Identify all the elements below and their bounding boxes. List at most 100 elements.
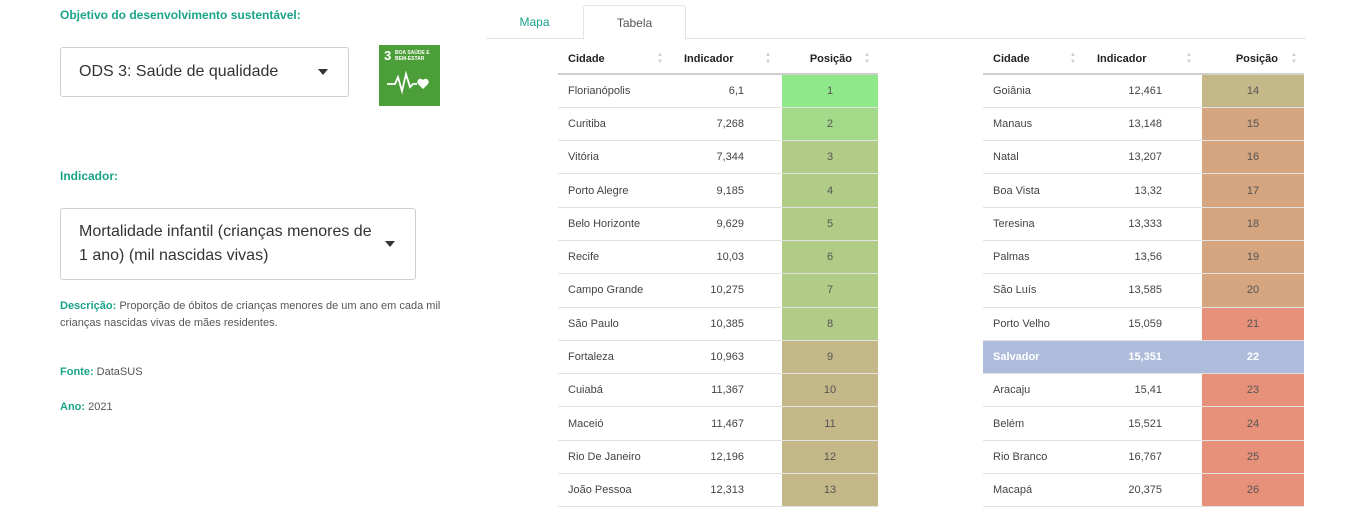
table-row[interactable]: Rio Branco 16,767 25 [983, 440, 1304, 475]
cell-position: 3 [782, 140, 878, 175]
ranking-table-right: Cidade ▲ ▼ Indicador ▲ ▼ Posição ▲ ▼ Goiânia 12… [983, 45, 1304, 508]
cell-indicator: 15,521 [1087, 406, 1202, 441]
table-row[interactable]: Goiânia 12,461 14 [983, 74, 1304, 108]
cell-indicator: 11,367 [674, 373, 782, 408]
cell-city: Belém [983, 406, 1087, 441]
cell-city: Vitória [558, 140, 674, 175]
cell-city: São Luís [983, 273, 1087, 308]
cell-position: 10 [782, 373, 878, 408]
table-row[interactable]: Rio De Janeiro 12,196 12 [558, 440, 878, 475]
cell-indicator: 16,767 [1087, 440, 1202, 475]
tab-map[interactable]: Mapa [486, 5, 583, 39]
column-header-indicator[interactable]: Indicador ▲ ▼ [1087, 45, 1202, 75]
cell-position: 26 [1202, 473, 1304, 508]
cell-indicator: 10,385 [674, 307, 782, 341]
source-label: Fonte: [60, 366, 94, 378]
column-header-indicator[interactable]: Indicador ▲ ▼ [674, 45, 782, 75]
cell-indicator: 15,41 [1087, 373, 1202, 408]
cell-position: 4 [782, 173, 878, 208]
table-row[interactable]: Cuiabá 11,367 10 [558, 373, 878, 408]
cell-indicator: 7,344 [674, 140, 782, 175]
cell-position: 9 [782, 340, 878, 375]
table-row[interactable]: Palmas 13,56 19 [983, 240, 1304, 275]
table-row[interactable]: Maceió 11,467 11 [558, 406, 878, 441]
table-row[interactable]: Belo Horizonte 9,629 5 [558, 207, 878, 241]
description-label: Descrição: [60, 300, 117, 312]
year-info: Ano: 2021 [60, 401, 113, 413]
cell-position: 23 [1202, 373, 1304, 408]
table-row[interactable]: Campo Grande 10,275 7 [558, 273, 878, 308]
cell-city: Macapá [983, 473, 1087, 508]
ods-select[interactable]: ODS 3: Saúde de qualidade [60, 47, 349, 97]
cell-indicator: 13,32 [1087, 173, 1202, 208]
cell-indicator: 12,313 [674, 473, 782, 508]
heartbeat-icon [387, 71, 429, 95]
cell-indicator: 9,185 [674, 173, 782, 208]
table-row[interactable]: Teresina 13,333 18 [983, 207, 1304, 241]
chevron-down-icon [318, 69, 328, 75]
cell-indicator: 7,268 [674, 107, 782, 142]
cell-position: 14 [1202, 74, 1304, 108]
cell-position: 16 [1202, 140, 1304, 175]
table-row[interactable]: Salvador 15,351 22 [983, 340, 1304, 375]
table-row[interactable]: Florianópolis 6,1 1 [558, 74, 878, 108]
cell-city: Recife [558, 240, 674, 275]
table-row[interactable]: Porto Alegre 9,185 4 [558, 173, 878, 208]
table-row[interactable]: Belém 15,521 24 [983, 406, 1304, 441]
sort-icon: ▲ ▼ [864, 52, 870, 65]
table-row[interactable]: São Luís 13,585 20 [983, 273, 1304, 308]
cell-indicator: 20,375 [1087, 473, 1202, 508]
ranking-table-left: Cidade ▲ ▼ Indicador ▲ ▼ Posição ▲ ▼ Florianóp… [558, 45, 878, 508]
cell-city: Boa Vista [983, 173, 1087, 208]
cell-city: Palmas [983, 240, 1087, 275]
column-header-city[interactable]: Cidade ▲ ▼ [558, 45, 674, 75]
cell-position: 20 [1202, 273, 1304, 308]
indicator-description: Descrição: Proporção de óbitos de crianç… [60, 298, 460, 332]
column-header-position[interactable]: Posição ▲ ▼ [1202, 45, 1304, 75]
table-row[interactable]: Natal 13,207 16 [983, 140, 1304, 175]
table-row[interactable]: São Paulo 10,385 8 [558, 307, 878, 341]
indicator-select[interactable]: Mortalidade infantil (crianças menores d… [60, 208, 416, 280]
cell-indicator: 12,461 [1087, 74, 1202, 108]
table-row[interactable]: Vitória 7,344 3 [558, 140, 878, 175]
table-header: Cidade ▲ ▼ Indicador ▲ ▼ Posição ▲ ▼ [983, 45, 1304, 75]
cell-position: 15 [1202, 107, 1304, 142]
table-row[interactable]: Porto Velho 15,059 21 [983, 307, 1304, 341]
table-row[interactable]: Manaus 13,148 15 [983, 107, 1304, 142]
ods-select-value: ODS 3: Saúde de qualidade [79, 63, 279, 80]
table-row[interactable]: Fortaleza 10,963 9 [558, 340, 878, 375]
table-row[interactable]: Aracaju 15,41 23 [983, 373, 1304, 408]
tab-table[interactable]: Tabela [583, 5, 686, 40]
table-row[interactable]: João Pessoa 12,313 13 [558, 473, 878, 508]
table-row[interactable]: Macapá 20,375 26 [983, 473, 1304, 508]
cell-position: 5 [782, 207, 878, 241]
cell-indicator: 10,275 [674, 273, 782, 308]
cell-city: Cuiabá [558, 373, 674, 408]
sdg-text: BOA SAÚDE E BEM-ESTAR [395, 50, 430, 62]
column-header-position[interactable]: Posição ▲ ▼ [782, 45, 878, 75]
table-row[interactable]: Curitiba 7,268 2 [558, 107, 878, 142]
cell-position: 25 [1202, 440, 1304, 475]
year-label: Ano: [60, 401, 86, 413]
sdg-number: 3 [384, 48, 392, 63]
cell-position: 12 [782, 440, 878, 475]
cell-indicator: 9,629 [674, 207, 782, 241]
table-row[interactable]: Boa Vista 13,32 17 [983, 173, 1304, 208]
ods-label: Objetivo do desenvolvimento sustentável: [60, 8, 301, 22]
indicator-select-value: Mortalidade infantil (crianças menores d… [79, 223, 372, 264]
cell-city: Fortaleza [558, 340, 674, 375]
cell-city: Porto Velho [983, 307, 1087, 341]
cell-indicator: 13,585 [1087, 273, 1202, 308]
sort-icon: ▲ ▼ [657, 52, 663, 65]
sort-icon: ▲ ▼ [1070, 52, 1076, 65]
cell-city: Rio De Janeiro [558, 440, 674, 475]
cell-position: 13 [782, 473, 878, 508]
chevron-down-icon [385, 241, 395, 247]
cell-position: 7 [782, 273, 878, 308]
cell-indicator: 10,03 [674, 240, 782, 275]
cell-city: Goiânia [983, 74, 1087, 108]
table-row[interactable]: Recife 10,03 6 [558, 240, 878, 275]
cell-position: 11 [782, 406, 878, 441]
column-header-city[interactable]: Cidade ▲ ▼ [983, 45, 1087, 75]
cell-city: Aracaju [983, 373, 1087, 408]
